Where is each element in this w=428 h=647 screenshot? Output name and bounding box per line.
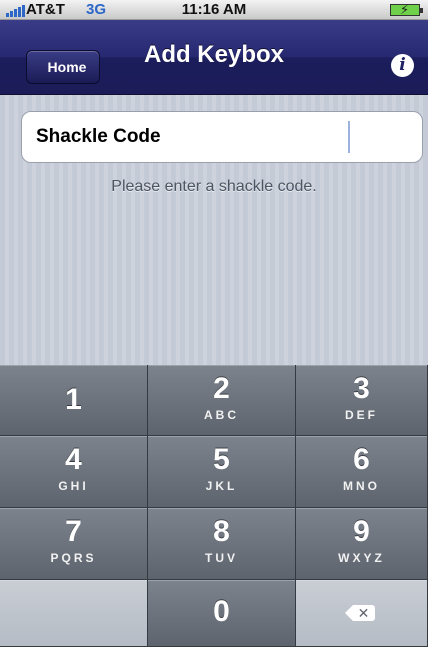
form-area: Shackle Code Please enter a shackle code… bbox=[0, 95, 428, 365]
key-letters: MNO bbox=[343, 479, 380, 493]
key-5[interactable]: 5 JKL bbox=[148, 436, 296, 508]
key-letters: DEF bbox=[345, 408, 378, 422]
delete-key[interactable]: ✕ bbox=[296, 580, 428, 647]
back-button-wrap: Home bbox=[12, 35, 100, 84]
battery-charging-icon: ⚡ bbox=[390, 2, 423, 17]
shackle-code-field[interactable]: Shackle Code bbox=[21, 111, 423, 163]
key-letters: GHI bbox=[58, 479, 89, 493]
key-2[interactable]: 2 ABC bbox=[148, 365, 296, 436]
hint-text: Please enter a shackle code. bbox=[111, 178, 317, 195]
key-number: 8 bbox=[213, 515, 230, 548]
home-back-label: Home bbox=[47, 59, 87, 75]
key-number: 5 bbox=[213, 443, 230, 476]
key-3[interactable]: 3 DEF bbox=[296, 365, 428, 436]
key-number: 2 bbox=[213, 372, 230, 405]
key-letters: TUV bbox=[205, 551, 238, 565]
shackle-code-input[interactable] bbox=[198, 120, 412, 156]
charging-bolt-icon: ⚡ bbox=[400, 2, 410, 17]
key-number: 6 bbox=[353, 443, 370, 476]
key-8[interactable]: 8 TUV bbox=[148, 508, 296, 580]
status-time: 11:16 AM bbox=[181, 1, 247, 18]
numeric-keypad: 1 2 ABC 3 DEF 4 GHI 5 JKL 6 MNO 7 PQRS 8… bbox=[0, 365, 428, 647]
key-number: 7 bbox=[65, 515, 82, 548]
key-number: 9 bbox=[353, 515, 370, 548]
key-9[interactable]: 9 WXYZ bbox=[296, 508, 428, 580]
status-bar: AT&T 3G 11:16 AM ⚡ bbox=[0, 0, 428, 20]
key-number: 1 bbox=[65, 383, 82, 416]
key-number: 3 bbox=[353, 372, 370, 405]
navigation-bar: Add Keybox Home i bbox=[0, 20, 428, 95]
key-number: 0 bbox=[213, 595, 230, 628]
key-letters: WXYZ bbox=[338, 551, 385, 565]
key-number: 4 bbox=[65, 443, 82, 476]
key-letters: ABC bbox=[204, 408, 239, 422]
key-1[interactable]: 1 bbox=[0, 365, 148, 436]
info-icon[interactable]: i bbox=[391, 54, 414, 77]
key-blank bbox=[0, 580, 148, 647]
field-label: Shackle Code bbox=[36, 126, 161, 147]
backspace-icon: ✕ bbox=[344, 605, 375, 621]
home-back-button[interactable]: Home bbox=[26, 50, 100, 84]
key-4[interactable]: 4 GHI bbox=[0, 436, 148, 508]
key-7[interactable]: 7 PQRS bbox=[0, 508, 148, 580]
key-letters: JKL bbox=[205, 479, 238, 493]
text-caret bbox=[348, 121, 350, 153]
key-letters: PQRS bbox=[50, 551, 97, 565]
key-6[interactable]: 6 MNO bbox=[296, 436, 428, 508]
key-0[interactable]: 0 bbox=[148, 580, 296, 647]
